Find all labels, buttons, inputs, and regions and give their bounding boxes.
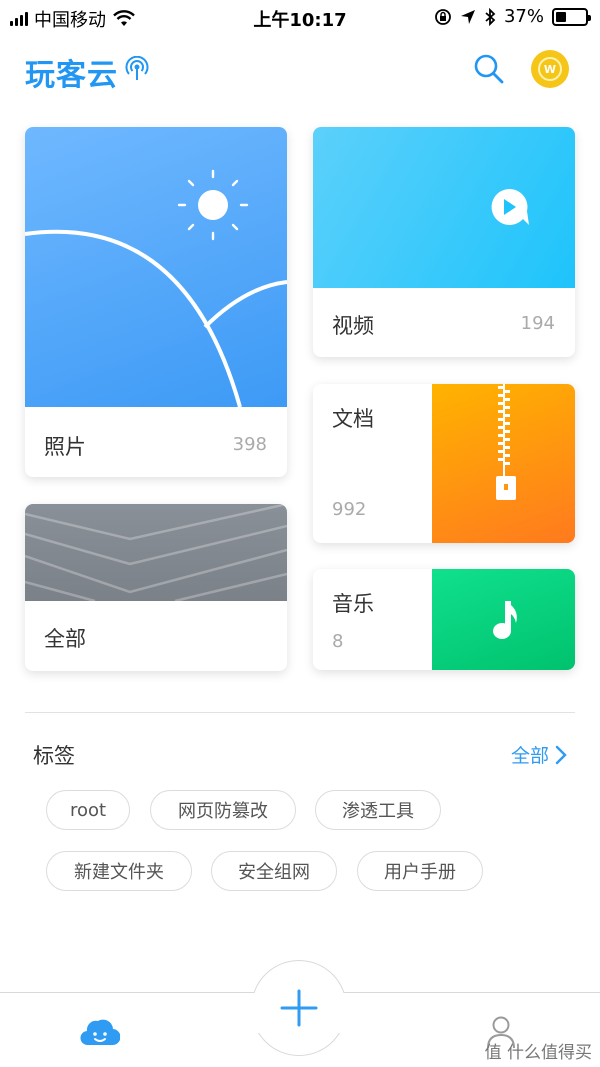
- all-illustration: [25, 504, 287, 603]
- status-right: 37%: [434, 6, 591, 27]
- app-header: 玩客云 W: [0, 40, 600, 100]
- battery-percent: 37%: [503, 6, 544, 27]
- battery-fill: [556, 11, 567, 22]
- music-note-icon: [493, 601, 517, 639]
- videos-card[interactable]: 视频 194: [313, 127, 575, 357]
- tag-chip[interactable]: 新建文件夹: [46, 851, 192, 891]
- zipper-icon: [496, 384, 516, 500]
- chevron-right-icon: [555, 745, 567, 764]
- documents-count: 992: [332, 499, 367, 520]
- photos-label: 照片: [44, 435, 86, 459]
- cloud-face-icon[interactable]: [80, 1015, 120, 1051]
- music-label: 音乐: [332, 592, 374, 616]
- documents-card[interactable]: 文档 992: [313, 384, 575, 543]
- photos-count: 398: [232, 434, 267, 455]
- music-card[interactable]: 音乐 8: [313, 569, 575, 670]
- tag-chip[interactable]: 安全组网: [211, 851, 337, 891]
- videos-illustration: [313, 127, 575, 288]
- tags-all-label: 全部: [511, 745, 550, 767]
- videos-label: 视频: [332, 314, 374, 338]
- tag-chip[interactable]: 用户手册: [357, 851, 483, 891]
- photos-card[interactable]: 照片 398: [25, 127, 287, 477]
- tag-chip[interactable]: 网页防篡改: [150, 790, 296, 830]
- status-bar: 中国移动 上午10:17 37%: [0, 0, 600, 34]
- play-bubble-icon: [491, 188, 529, 225]
- signal-broadcast-icon[interactable]: [124, 56, 150, 82]
- music-illustration: [432, 569, 575, 670]
- location-icon: [460, 9, 475, 24]
- section-divider: [25, 712, 575, 713]
- documents-illustration: [432, 384, 575, 543]
- tags-title: 标签: [33, 744, 75, 768]
- all-files-label: 全部: [44, 627, 86, 651]
- add-button[interactable]: [251, 960, 347, 1056]
- app-title: 玩客云: [25, 58, 118, 93]
- videos-count: 194: [520, 313, 555, 334]
- search-icon[interactable]: [472, 52, 506, 86]
- music-count: 8: [332, 631, 344, 652]
- coin-letter: W: [538, 57, 562, 81]
- tag-chip[interactable]: root: [46, 790, 130, 830]
- coin-icon[interactable]: W: [531, 50, 569, 88]
- battery-icon: [552, 7, 591, 26]
- photos-illustration: [25, 127, 287, 408]
- chevron-pattern-icon: [25, 504, 287, 603]
- tag-chip[interactable]: 渗透工具: [315, 790, 441, 830]
- all-files-card[interactable]: 全部: [25, 504, 287, 671]
- plus-icon: [280, 989, 318, 1027]
- rotation-lock-icon: [435, 8, 451, 25]
- watermark-text: 值 什么值得买: [484, 1043, 592, 1063]
- tags-all-link[interactable]: 全部: [511, 741, 567, 768]
- documents-label: 文档: [332, 407, 374, 431]
- bluetooth-icon: [485, 7, 496, 26]
- sun-hills-icon: [25, 169, 287, 408]
